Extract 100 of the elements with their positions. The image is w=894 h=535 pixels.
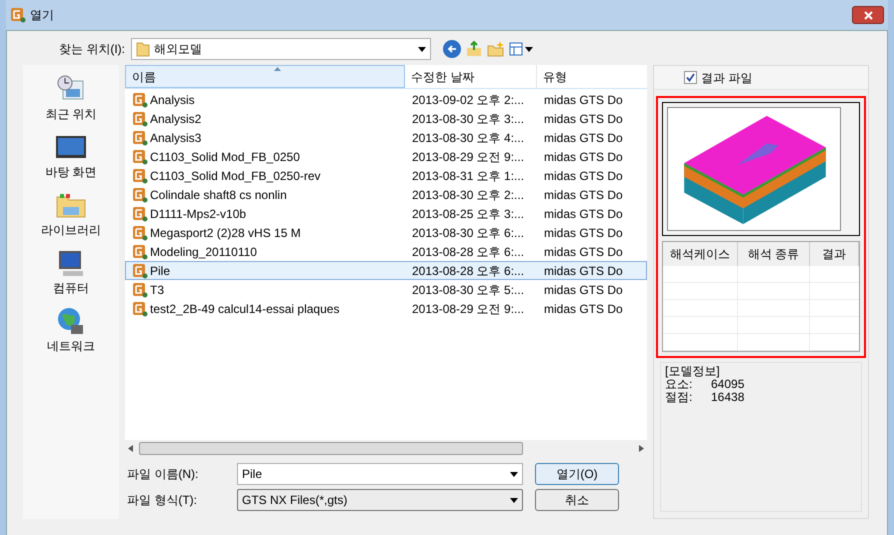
file-type: midas GTS Do [543,224,624,242]
file-type: midas GTS Do [543,110,624,128]
scrollbar-thumb[interactable] [139,442,523,455]
file-name-field[interactable]: Pile [237,463,523,485]
back-button[interactable] [443,40,461,58]
sort-arrow-icon [274,67,281,71]
table-header-cell[interactable]: 해석케이스 [663,242,738,266]
file-type: midas GTS Do [543,92,624,108]
file-name: Megasport2 (2)28 vHS 15 M [150,224,301,242]
file-name: D1111-Mps2-v10b [150,206,246,222]
file-row[interactable]: Modeling_20110110 2013-08-28 오후 6:... midas GTS Do [125,242,647,261]
look-in-label: 찾는 위치(I): [58,41,125,58]
file-name: C1103_Solid Mod_FB_0250 [150,148,300,166]
places-item[interactable]: 컴퓨터 [53,247,89,297]
location-value: 해외모델 [154,41,203,58]
file-icon [132,262,148,278]
field-label: 파일 형식(T): [126,492,198,509]
file-type: midas GTS Do [543,206,624,222]
up-folder-icon[interactable] [465,40,483,58]
file-type: midas GTS Do [543,262,624,280]
modified-date: 2013-08-31 오후 1:... [411,168,526,184]
dropdown-caret-icon [418,46,426,52]
places-item[interactable]: 바탕 화면 [45,131,97,181]
file-icon [132,282,148,298]
file-type-dropdown[interactable]: GTS NX Files(*,gts) [237,489,523,511]
checkmark-icon [686,73,695,82]
file-row[interactable]: test2_2B-49 calcul14-essai plaques 2013-08-29 오전 9:... midas GTS Do [125,299,647,318]
modified-date: 2013-08-30 오후 2:... [411,186,526,204]
modified-date: 2013-09-02 오후 2:... [411,92,526,108]
file-name: Analysis [150,92,195,108]
file-icon [132,224,148,240]
window-title: 열기 [30,7,54,24]
modified-date: 2013-08-28 오후 6:... [411,262,526,280]
places-item[interactable]: 라이브러리 [41,189,101,239]
file-row[interactable]: Megasport2 (2)28 vHS 15 M 2013-08-30 오후 6:... midas GTS Do [125,223,647,242]
view-grid-icon [509,42,523,56]
table-header-cell[interactable]: 해석 종류 [738,242,810,266]
file-icon [132,206,148,222]
app-icon [10,7,26,23]
file-name: Analysis2 [150,110,202,128]
modified-date: 2013-08-30 오후 3:... [411,110,526,128]
view-caret-icon [525,46,533,52]
modified-date: 2013-08-30 오후 6:... [411,224,526,242]
column-header[interactable]: 이름 [125,65,405,88]
result-file-label: 결과 파일 [701,70,752,86]
info-label: 요소: [665,378,692,391]
file-row[interactable]: T3 2013-08-30 오후 5:... midas GTS Do [125,280,647,299]
modified-date: 2013-08-29 오전 9:... [411,148,526,166]
file-icon [132,148,148,164]
file-row[interactable]: C1103_Solid Mod_FB_0250-rev 2013-08-31 오후 1:... midas GTS Do [125,166,647,185]
modified-date: 2013-08-30 오후 5:... [411,282,526,298]
file-icon [132,110,148,126]
result-file-checkbox[interactable] [684,71,697,84]
file-row[interactable]: D1111-Mps2-v10b 2013-08-25 오후 3:... midas GTS Do [125,204,647,223]
file-name: Analysis3 [150,130,202,146]
file-name: test2_2B-49 calcul14-essai plaques [150,300,340,318]
open-button[interactable]: 열기(O) [535,463,619,485]
model-info-heading: [모델정보] [665,365,720,378]
field-label: 파일 이름(N): [126,466,200,483]
folder-icon [136,41,150,57]
file-icon [132,244,148,260]
modified-date: 2013-08-28 오후 6:... [411,244,526,260]
modified-date: 2013-08-25 오후 3:... [411,206,526,222]
cancel-button[interactable]: 취소 [535,489,619,511]
file-row[interactable]: C1103_Solid Mod_FB_0250 2013-08-29 오전 9:... midas GTS Do [125,147,647,166]
file-type: midas GTS Do [543,148,624,166]
file-icon [132,300,148,316]
file-name: C1103_Solid Mod_FB_0250-rev [150,168,321,184]
file-icon [132,168,148,184]
scroll-left-icon [128,445,133,452]
close-button[interactable] [852,6,884,24]
file-row[interactable]: Analysis 2013-09-02 오후 2:... midas GTS Do [125,90,647,109]
file-icon [132,130,148,146]
file-row[interactable]: Colindale shaft8 cs nonlin 2013-08-30 오후 2:... midas GTS Do [125,185,647,204]
file-row[interactable]: Analysis2 2013-08-30 오후 3:... midas GTS Do [125,109,647,128]
file-name: Colindale shaft8 cs nonlin [150,186,287,204]
file-name: Modeling_20110110 [150,244,257,260]
location-dropdown[interactable]: 해외모델 [131,38,431,60]
places-item[interactable]: 최근 위치 [45,73,97,123]
file-type: midas GTS Do [543,130,624,146]
scroll-right-icon [639,445,644,452]
file-row[interactable]: Pile 2013-08-28 오후 6:... midas GTS Do [125,261,647,280]
file-row[interactable]: Analysis3 2013-08-30 오후 4:... midas GTS Do [125,128,647,147]
file-type: midas GTS Do [543,244,624,260]
info-label: 절점: [665,391,694,404]
view-menu-button[interactable] [509,42,533,56]
file-type: midas GTS Do [543,282,624,298]
back-arrow-icon [447,44,457,54]
file-icon [132,92,148,108]
dropdown-caret-icon [510,472,518,476]
file-type: midas GTS Do [543,186,624,204]
modified-date: 2013-08-30 오후 4:... [411,130,526,146]
places-item[interactable]: 네트워크 [47,305,95,355]
file-type: midas GTS Do [543,168,624,184]
file-name: T3 [150,282,164,298]
table-header-cell[interactable]: 결과 [810,242,860,266]
file-icon [132,186,148,202]
dropdown-caret-icon [510,498,518,502]
file-type: midas GTS Do [543,300,624,318]
info-value: 16438 [711,391,744,404]
